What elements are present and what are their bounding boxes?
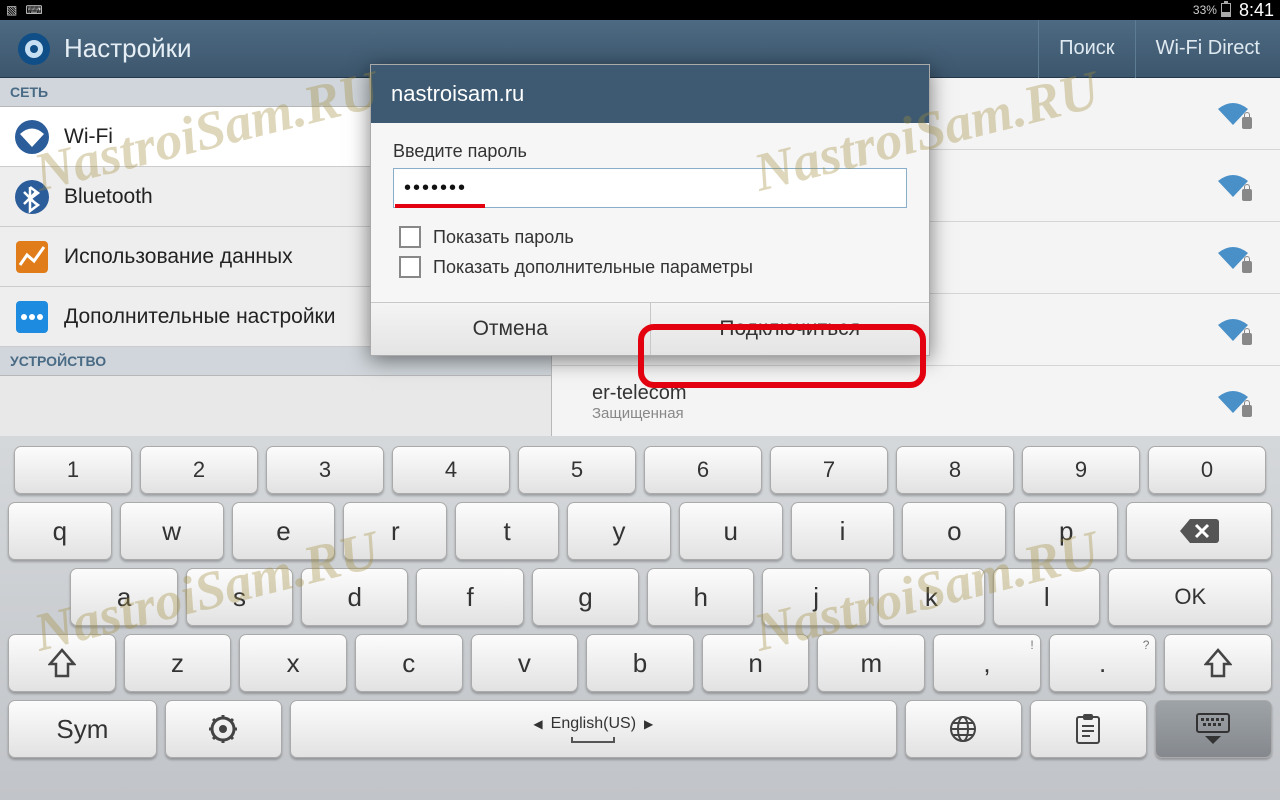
cancel-button[interactable]: Отмена: [371, 303, 651, 355]
key-m[interactable]: m: [817, 634, 925, 692]
key-settings-icon[interactable]: [165, 700, 282, 758]
connect-button[interactable]: Подключиться: [651, 303, 930, 355]
statusbar: ▧ ⌨ 33% 8:41: [0, 0, 1280, 20]
key-ok[interactable]: OK: [1108, 568, 1272, 626]
key-c[interactable]: c: [355, 634, 463, 692]
sidebar-item-label: Использование данных: [64, 245, 293, 269]
key-6[interactable]: 6: [644, 446, 762, 494]
sidebar-item-label: Wi-Fi: [64, 125, 113, 149]
key-3[interactable]: 3: [266, 446, 384, 494]
wifi-signal-lock-icon: [1216, 389, 1250, 415]
wifi-status: Защищенная: [592, 405, 1216, 422]
key-backspace-icon[interactable]: [1126, 502, 1272, 560]
battery-icon: [1221, 3, 1231, 17]
bluetooth-icon: [14, 179, 50, 215]
key-4[interactable]: 4: [392, 446, 510, 494]
key-period[interactable]: .: [1049, 634, 1157, 692]
spellcheck-underline: [395, 204, 485, 208]
key-s[interactable]: s: [186, 568, 293, 626]
key-hide-keyboard-icon[interactable]: [1155, 700, 1272, 758]
wifi-direct-button[interactable]: Wi-Fi Direct: [1135, 20, 1280, 78]
key-shift-left-icon[interactable]: [8, 634, 116, 692]
key-g[interactable]: g: [532, 568, 639, 626]
wifi-password-dialog: nastroisam.ru Введите пароль Показать па…: [370, 64, 930, 356]
key-j[interactable]: j: [762, 568, 869, 626]
show-password-row[interactable]: Показать пароль: [399, 226, 907, 248]
settings-gear-icon: [14, 29, 54, 69]
key-a[interactable]: a: [70, 568, 177, 626]
password-input[interactable]: [393, 168, 907, 208]
wifi-row-er-telecom[interactable]: er-telecom Защищенная: [552, 366, 1280, 438]
key-i[interactable]: i: [791, 502, 895, 560]
data-usage-icon: [14, 239, 50, 275]
key-9[interactable]: 9: [1022, 446, 1140, 494]
key-x[interactable]: x: [239, 634, 347, 692]
clock: 8:41: [1239, 0, 1274, 21]
checkbox-label: Показать дополнительные параметры: [433, 257, 753, 278]
key-y[interactable]: y: [567, 502, 671, 560]
on-screen-keyboard: 1234567890 qwertyuiop asdfghjklOK zxcvbn…: [0, 436, 1280, 800]
search-button[interactable]: Поиск: [1038, 20, 1134, 78]
key-z[interactable]: z: [124, 634, 232, 692]
keyboard-indicator-icon: ⌨: [25, 3, 42, 17]
picture-icon: ▧: [6, 3, 17, 17]
show-advanced-row[interactable]: Показать дополнительные параметры: [399, 256, 907, 278]
key-d[interactable]: d: [301, 568, 408, 626]
key-f[interactable]: f: [416, 568, 523, 626]
key-b[interactable]: b: [586, 634, 694, 692]
key-language-icon[interactable]: [905, 700, 1022, 758]
key-2[interactable]: 2: [140, 446, 258, 494]
key-v[interactable]: v: [471, 634, 579, 692]
key-sym[interactable]: Sym: [8, 700, 157, 758]
sidebar-item-label: Дополнительные настройки: [64, 305, 335, 329]
dialog-title: nastroisam.ru: [371, 65, 929, 123]
key-t[interactable]: t: [455, 502, 559, 560]
key-q[interactable]: q: [8, 502, 112, 560]
key-shift-right-icon[interactable]: [1164, 634, 1272, 692]
password-label: Введите пароль: [393, 141, 907, 162]
key-clipboard-icon[interactable]: [1030, 700, 1147, 758]
key-o[interactable]: o: [902, 502, 1006, 560]
key-w[interactable]: w: [120, 502, 224, 560]
key-1[interactable]: 1: [14, 446, 132, 494]
key-k[interactable]: k: [878, 568, 985, 626]
key-p[interactable]: p: [1014, 502, 1118, 560]
page-title: Настройки: [64, 33, 1038, 64]
keyboard-language: English(US): [551, 715, 636, 733]
key-u[interactable]: u: [679, 502, 783, 560]
key-e[interactable]: e: [232, 502, 336, 560]
wifi-ssid: er-telecom: [592, 382, 1216, 405]
key-5[interactable]: 5: [518, 446, 636, 494]
wifi-icon: [14, 119, 50, 155]
wifi-signal-lock-icon: [1216, 101, 1250, 127]
key-8[interactable]: 8: [896, 446, 1014, 494]
key-n[interactable]: n: [702, 634, 810, 692]
battery-percentage: 33%: [1193, 3, 1217, 17]
key-h[interactable]: h: [647, 568, 754, 626]
sidebar-item-label: Bluetooth: [64, 185, 153, 209]
key-space[interactable]: ◀English(US)▶: [290, 700, 897, 758]
key-r[interactable]: r: [343, 502, 447, 560]
checkbox-show-password[interactable]: [399, 226, 421, 248]
key-7[interactable]: 7: [770, 446, 888, 494]
checkbox-label: Показать пароль: [433, 227, 574, 248]
more-icon: [14, 299, 50, 335]
key-comma[interactable]: ,: [933, 634, 1041, 692]
wifi-signal-lock-icon: [1216, 317, 1250, 343]
key-l[interactable]: l: [993, 568, 1100, 626]
wifi-signal-lock-icon: [1216, 173, 1250, 199]
key-0[interactable]: 0: [1148, 446, 1266, 494]
checkbox-show-advanced[interactable]: [399, 256, 421, 278]
wifi-signal-lock-icon: [1216, 245, 1250, 271]
